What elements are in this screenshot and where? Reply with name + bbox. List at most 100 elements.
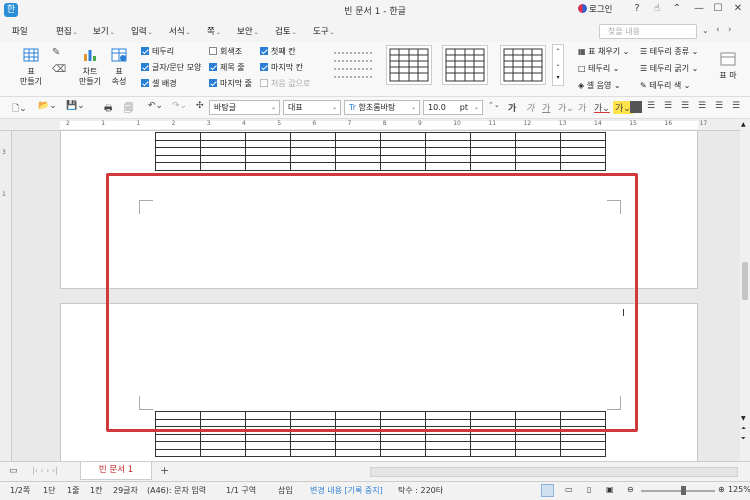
table-cell[interactable] [155, 147, 201, 156]
page-up-icon[interactable]: ⏶ [741, 425, 746, 433]
chart-make-button[interactable]: 차트 만들기 [75, 48, 105, 87]
scroll-up-icon[interactable]: ▲ [741, 121, 746, 128]
align-center-icon[interactable]: ☰ [681, 101, 689, 111]
table-cell[interactable] [425, 433, 471, 442]
status-section[interactable]: 1/1 구역 [226, 485, 256, 496]
table-cell[interactable] [515, 441, 561, 450]
menu-view[interactable]: 보기⌄ [93, 25, 115, 37]
search-options-icon[interactable]: ⌄ [702, 26, 709, 35]
underline-icon[interactable]: 가 [542, 101, 550, 114]
login-button[interactable]: 로그인 [578, 3, 620, 17]
table-cell[interactable] [200, 162, 246, 171]
align-right-icon[interactable]: ☰ [664, 101, 672, 111]
table-cell[interactable] [290, 441, 336, 450]
table-cell[interactable] [425, 154, 471, 163]
table-props-button[interactable]: 표 속성 [106, 48, 132, 87]
view-outline-icon[interactable]: ▯ [587, 485, 591, 494]
save-icon[interactable]: 💾⌄ [66, 101, 85, 111]
table-cell[interactable] [335, 162, 381, 171]
style-select[interactable]: 바탕글 ⌄ [209, 100, 280, 115]
table-cell[interactable] [560, 147, 606, 156]
preview-icon[interactable]: 🗐 [124, 101, 133, 117]
table-row[interactable] [155, 154, 606, 163]
table-style-grid-1[interactable] [386, 45, 432, 85]
table-cell[interactable] [200, 448, 246, 457]
table-cell[interactable] [425, 132, 471, 141]
menu-format[interactable]: 서식⌄ [169, 25, 191, 37]
table-cell[interactable] [560, 448, 606, 457]
table-cell[interactable] [335, 139, 381, 148]
table-cell[interactable] [155, 448, 201, 457]
status-track-changes[interactable]: 변경 내용 [기록 중지] [310, 485, 383, 496]
menu-edit[interactable]: 편집⌄ [56, 25, 78, 37]
table-cell[interactable] [515, 154, 561, 163]
check-last-col[interactable]: 마지막 칸 [260, 62, 303, 74]
table-cell[interactable] [200, 433, 246, 442]
redo-icon[interactable]: ↷⌄ [172, 101, 187, 111]
new-doc-icon[interactable]: 🗋⌄ [12, 101, 27, 117]
table-cell[interactable] [200, 132, 246, 141]
table-row[interactable] [155, 139, 606, 148]
doc-table-top[interactable] [155, 132, 606, 171]
super-icon[interactable]: 가 [578, 101, 586, 114]
view-web-icon[interactable]: ▭ [565, 485, 573, 494]
check-cell-bg[interactable]: 셀 배경 [141, 78, 177, 90]
table-cell[interactable] [245, 162, 291, 171]
table-cell[interactable] [470, 448, 516, 457]
table-cell[interactable] [155, 162, 201, 171]
table-cell[interactable] [380, 147, 426, 156]
lang-select[interactable]: 대표 ⌄ [283, 100, 341, 115]
table-cell[interactable] [560, 139, 606, 148]
table-cell[interactable] [470, 147, 516, 156]
table-style-grid-3[interactable] [500, 45, 546, 85]
table-cell[interactable] [515, 139, 561, 148]
table-cell[interactable] [290, 139, 336, 148]
font-size-input[interactable]: 10.0 pt ⌄ [423, 100, 483, 115]
table-cell[interactable] [200, 147, 246, 156]
border-type-button[interactable]: ☰ 테두리 종류 ⌄ [640, 46, 698, 58]
question-icon[interactable]: ? [630, 3, 644, 14]
view-page-icon[interactable]: ▣ [606, 485, 614, 494]
table-cell[interactable] [335, 448, 381, 457]
italic-icon[interactable]: 가 [526, 101, 534, 114]
comment-icon[interactable]: ▭ [9, 466, 18, 476]
border-color-button[interactable]: ✎ 테두리 색 ⌄ [640, 80, 690, 92]
table-cell[interactable] [470, 139, 516, 148]
collapse-icon[interactable]: ⌃ [670, 3, 684, 14]
table-cell[interactable] [380, 139, 426, 148]
zoom-thumb[interactable] [681, 486, 686, 495]
strike-icon[interactable]: 가⌄ [558, 101, 574, 114]
scroll-down-icon[interactable]: ▼ [741, 415, 746, 422]
font-color-icon[interactable]: 가⌄ [594, 101, 610, 114]
table-cell[interactable] [560, 132, 606, 141]
first-tab-icon[interactable]: |‹ ‹ › ›| [32, 466, 58, 475]
table-cell[interactable] [425, 441, 471, 450]
table-cell[interactable] [290, 448, 336, 457]
table-cell[interactable] [245, 139, 291, 148]
table-cell[interactable] [200, 441, 246, 450]
size-stepper-icon[interactable]: ⌃⌄ [488, 101, 500, 109]
vertical-ruler[interactable]: 3 1 [0, 131, 12, 461]
table-style-grid-2[interactable] [442, 45, 488, 85]
table-cell[interactable] [245, 147, 291, 156]
table-cell[interactable] [335, 132, 381, 141]
table-cell[interactable] [560, 162, 606, 171]
table-cell[interactable] [245, 433, 291, 442]
table-cell[interactable] [470, 162, 516, 171]
border-button[interactable]: □ 테두리 ⌄ [578, 63, 619, 75]
check-first-col[interactable]: 첫째 칸 [260, 46, 296, 58]
view-normal-icon[interactable] [541, 484, 554, 497]
zoom-level[interactable]: 125% [728, 485, 750, 494]
table-cell[interactable] [470, 154, 516, 163]
table-cell[interactable] [335, 433, 381, 442]
table-cell[interactable] [335, 441, 381, 450]
print-icon[interactable]: 🖶 [104, 101, 113, 117]
search-input[interactable]: 찾을 내용 [599, 24, 697, 39]
table-cell[interactable] [245, 441, 291, 450]
menu-page[interactable]: 쪽⌄ [207, 25, 221, 37]
table-cell[interactable] [200, 139, 246, 148]
menu-security[interactable]: 보안⌄ [237, 25, 259, 37]
hand-icon[interactable]: ☝ [650, 3, 664, 14]
table-row[interactable] [155, 147, 606, 156]
zoom-out-icon[interactable]: ⊖ [627, 485, 634, 494]
